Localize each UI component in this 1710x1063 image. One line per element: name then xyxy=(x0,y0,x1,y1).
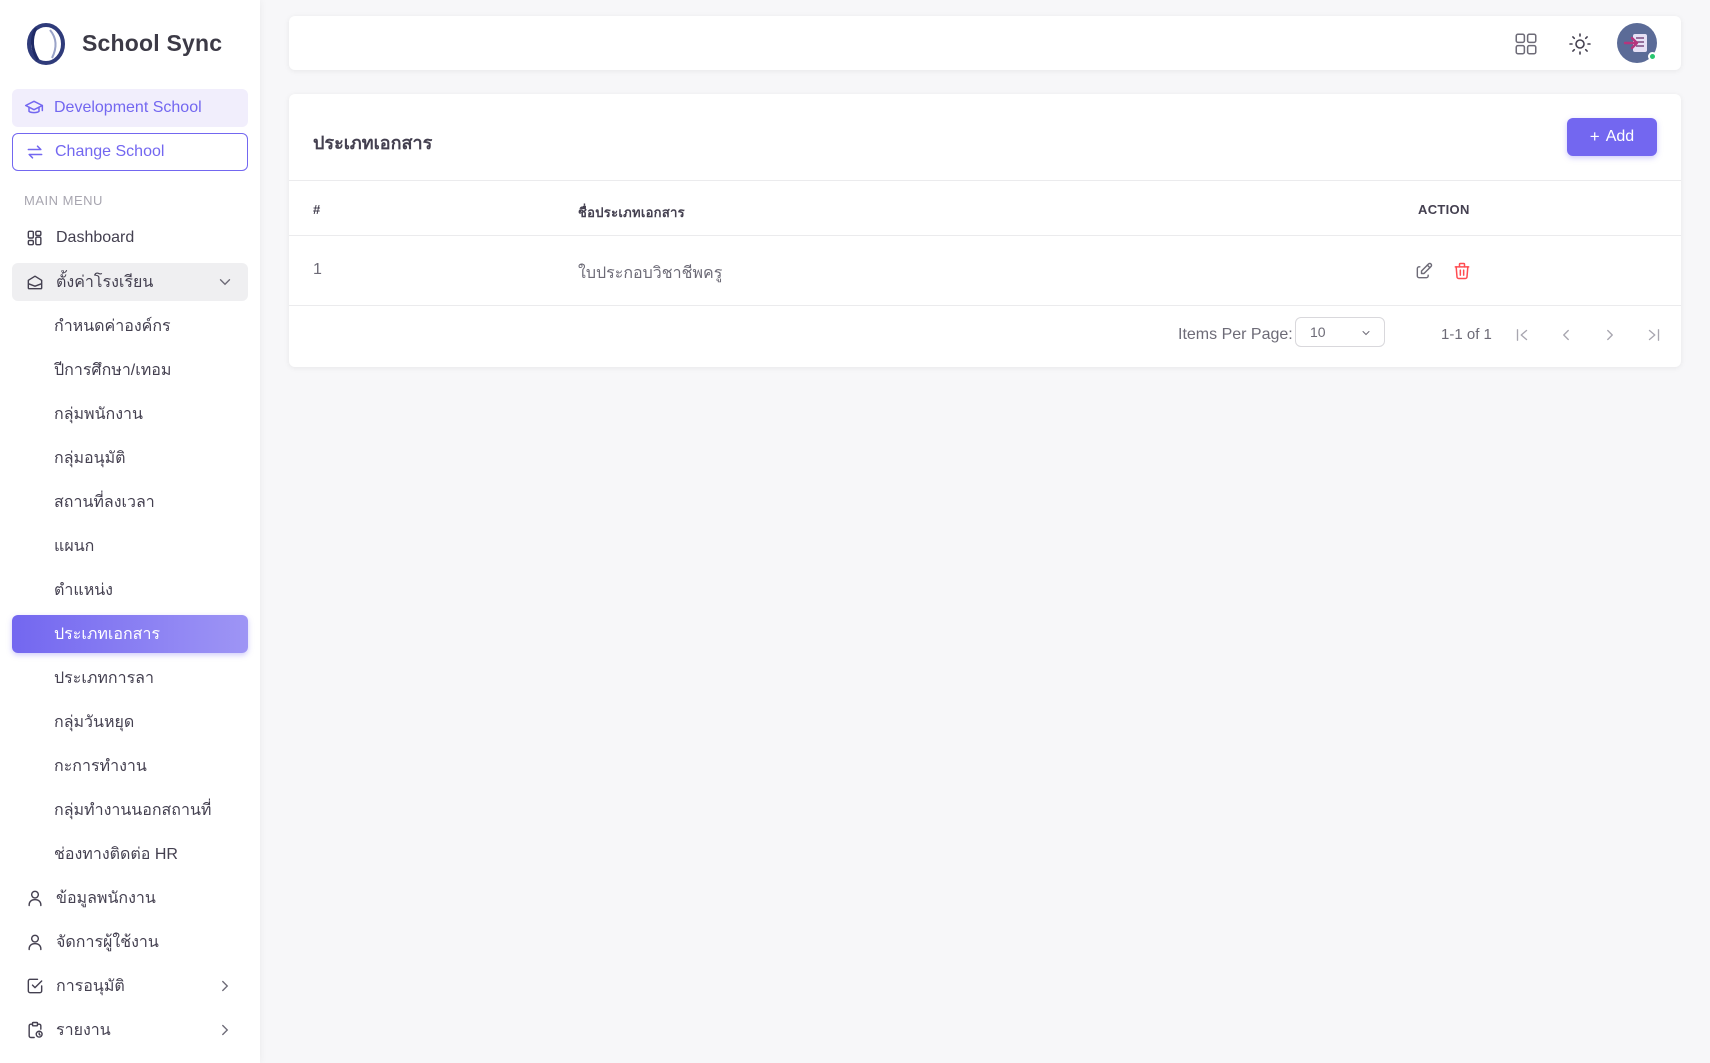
previous-page-icon[interactable] xyxy=(1555,324,1577,346)
first-page-icon[interactable] xyxy=(1511,324,1533,346)
nav-user-management[interactable]: จัดการผู้ใช้งาน xyxy=(12,923,248,961)
user-icon xyxy=(24,931,46,953)
nav-label: ข้อมูลพนักงาน xyxy=(56,889,156,907)
nav-label: รายงาน xyxy=(56,1021,111,1039)
nav-reports[interactable]: รายงาน xyxy=(12,1011,248,1049)
edit-icon[interactable] xyxy=(1413,260,1435,282)
chevron-right-icon xyxy=(222,980,229,992)
submenu-offsite-groups[interactable]: กลุ่มทำงานนอกสถานที่ xyxy=(12,791,248,829)
items-per-page-select[interactable]: 10 xyxy=(1295,317,1385,347)
brand[interactable]: School Sync xyxy=(24,16,222,70)
chevron-down-icon xyxy=(1362,331,1370,336)
column-header-index: # xyxy=(313,202,321,217)
submenu-employee-groups[interactable]: กลุ่มพนักงาน xyxy=(12,395,248,433)
nav-label: การอนุมัติ xyxy=(56,977,125,995)
user-icon xyxy=(24,887,46,909)
nav-label: ตั้งค่าโรงเรียน xyxy=(56,273,154,291)
submenu-departments[interactable]: แผนก xyxy=(12,527,248,565)
items-per-page-label: Items Per Page: xyxy=(1178,326,1293,343)
row-name: ใบประกอบวิชาชีพครู xyxy=(578,265,723,282)
top-navbar xyxy=(289,16,1681,70)
nav-approvals[interactable]: การอนุมัติ xyxy=(12,967,248,1005)
online-status-dot xyxy=(1648,52,1657,61)
graduation-cap-icon xyxy=(24,100,44,114)
nav-label: จัดการผู้ใช้งาน xyxy=(56,933,159,951)
row-index: 1 xyxy=(313,261,322,278)
school-name: Development School xyxy=(54,99,202,116)
add-button-label: Add xyxy=(1605,128,1635,145)
column-header-action: ACTION xyxy=(1418,202,1470,217)
submenu-holiday-groups[interactable]: กลุ่มวันหยุด xyxy=(12,703,248,741)
page-range: 1-1 of 1 xyxy=(1441,326,1492,343)
chevron-down-icon xyxy=(219,279,231,286)
submenu-positions[interactable]: ตำแหน่ง xyxy=(12,571,248,609)
nav-school-settings[interactable]: ตั้งค่าโรงเรียน xyxy=(12,263,248,301)
column-header-name: ชื่อประเภทเอกสาร xyxy=(578,205,685,220)
submenu-leave-types[interactable]: ประเภทการลา xyxy=(12,659,248,697)
current-school[interactable]: Development School xyxy=(12,89,248,127)
sun-icon[interactable] xyxy=(1566,30,1594,58)
change-school-button[interactable]: Change School xyxy=(12,133,248,171)
delete-icon[interactable] xyxy=(1451,260,1473,282)
submenu-document-types[interactable]: ประเภทเอกสาร xyxy=(12,615,248,653)
menu-header: MAIN MENU xyxy=(24,193,103,208)
checkbox-icon xyxy=(24,975,46,997)
pagination: Items Per Page: 10 1-1 of 1 xyxy=(289,306,1681,366)
last-page-icon[interactable] xyxy=(1643,324,1665,346)
plus-icon: + xyxy=(1589,127,1600,146)
sidebar: School Sync Development School Change Sc… xyxy=(0,0,260,1063)
school-icon xyxy=(24,271,46,293)
add-button[interactable]: + Add xyxy=(1567,118,1657,156)
app-name: School Sync xyxy=(82,29,223,56)
items-per-page-value: 10 xyxy=(1310,324,1326,340)
submenu-org-settings[interactable]: กำหนดค่าองค์กร xyxy=(12,307,248,345)
table-header: # ชื่อประเภทเอกสาร ACTION xyxy=(289,180,1681,236)
next-page-icon[interactable] xyxy=(1599,324,1621,346)
apps-grid-icon[interactable] xyxy=(1512,30,1540,58)
school-sync-logo xyxy=(27,23,65,65)
swap-icon xyxy=(27,145,43,159)
table-row: 1 ใบประกอบวิชาชีพครู xyxy=(289,236,1681,306)
submenu-approval-groups[interactable]: กลุ่มอนุมัติ xyxy=(12,439,248,477)
dashboard-icon xyxy=(24,227,46,249)
nav-label: Dashboard xyxy=(56,229,135,246)
user-avatar[interactable] xyxy=(1617,23,1657,63)
submenu-hr-contact[interactable]: ช่องทางติดต่อ HR xyxy=(12,835,248,873)
change-school-label: Change School xyxy=(55,143,165,160)
nav-dashboard[interactable]: Dashboard xyxy=(12,219,248,257)
submenu-checkin-locations[interactable]: สถานที่ลงเวลา xyxy=(12,483,248,521)
nav-employee-info[interactable]: ข้อมูลพนักงาน xyxy=(12,879,248,917)
document-types-card: ประเภทเอกสาร + Add # ชื่อประเภทเอกสาร AC… xyxy=(289,94,1681,367)
submenu-work-shifts[interactable]: กะการทำงาน xyxy=(12,747,248,785)
clipboard-report-icon xyxy=(24,1019,46,1041)
page-title: ประเภทเอกสาร xyxy=(313,133,433,153)
chevron-right-icon xyxy=(222,1024,229,1036)
submenu-academic-year[interactable]: ปีการศึกษา/เทอม xyxy=(12,351,248,389)
